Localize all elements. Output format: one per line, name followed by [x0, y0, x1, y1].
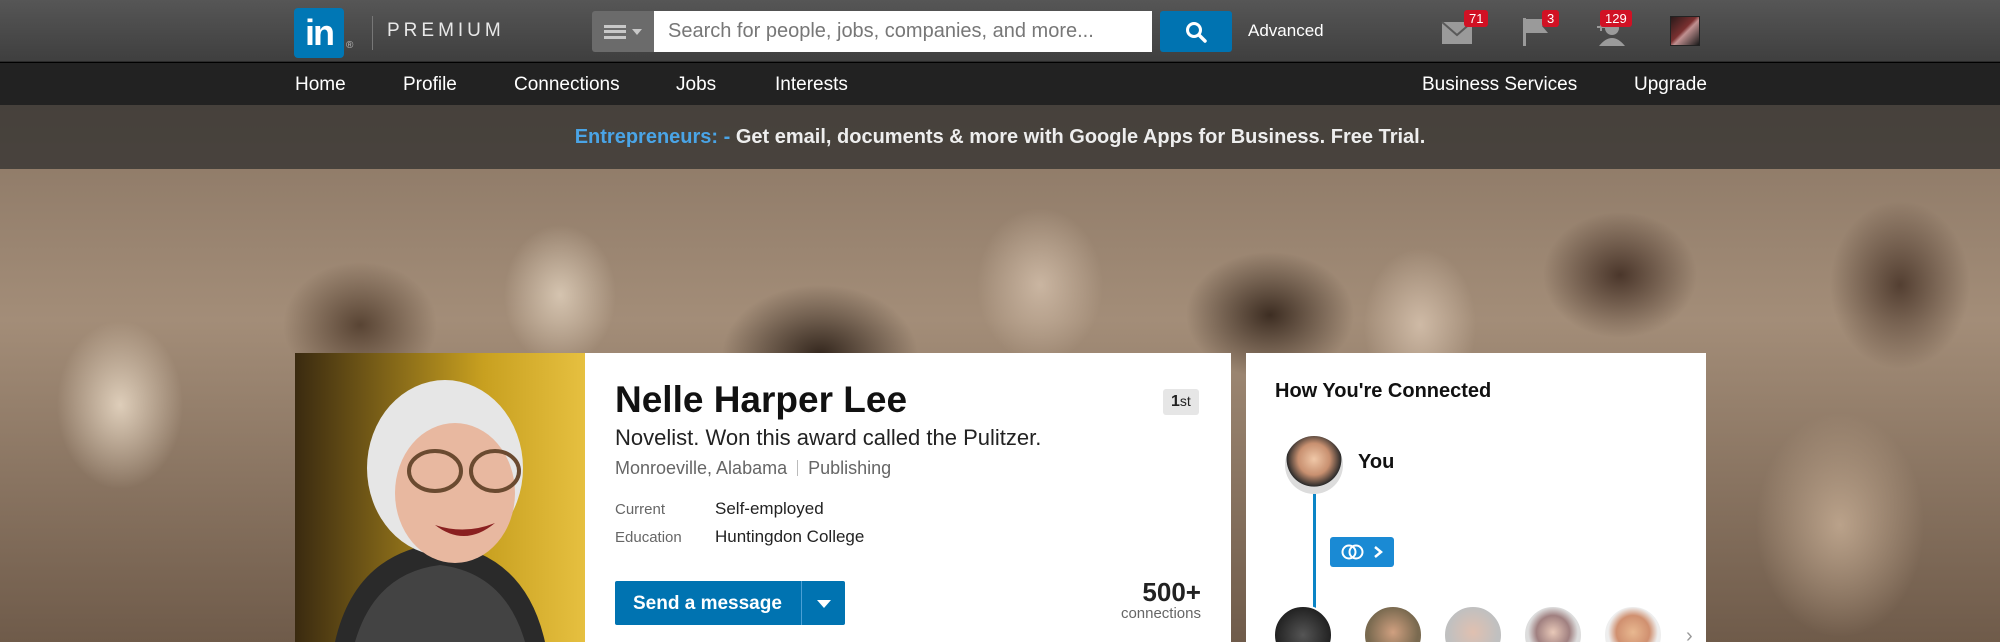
button-divider	[801, 581, 802, 625]
menu-icon	[604, 24, 626, 39]
nav-connections[interactable]: Connections	[514, 74, 620, 96]
connection-avatar[interactable]	[1603, 605, 1663, 642]
connection-degree-badge: 1st	[1163, 389, 1199, 415]
profile-name: Nelle Harper Lee	[615, 379, 908, 420]
connection-avatar[interactable]	[1443, 605, 1503, 642]
how-connected-card: How You're Connected You ›	[1246, 353, 1706, 642]
education-label: Education	[615, 529, 682, 546]
search-button[interactable]	[1160, 11, 1232, 52]
notifications-badge: 3	[1542, 10, 1560, 27]
nav-business-services[interactable]: Business Services	[1422, 74, 1577, 96]
location-link[interactable]: Monroeville, Alabama	[615, 458, 787, 478]
messages-badge: 71	[1464, 10, 1489, 27]
industry-link[interactable]: Publishing	[808, 458, 891, 478]
current-value[interactable]: Self-employed	[715, 499, 824, 519]
invitations-badge: 129	[1600, 10, 1632, 27]
send-message-label: Send a message	[633, 593, 782, 614]
promo-text: Get email, documents & more with Google …	[730, 126, 1426, 148]
search-icon	[1186, 21, 1207, 43]
connections-label: connections	[1120, 605, 1201, 622]
nav-jobs[interactable]: Jobs	[676, 74, 716, 96]
promo-banner[interactable]: Entrepreneurs: - Get email, documents & …	[0, 105, 2000, 169]
search-input[interactable]	[654, 11, 1152, 52]
top-bar: in ® PREMIUM Advanced 71 3	[0, 0, 2000, 62]
profile-portrait	[335, 380, 545, 642]
advanced-search-link[interactable]: Advanced	[1248, 21, 1324, 41]
messages-button[interactable]: 71	[1440, 10, 1489, 48]
connection-avatar[interactable]	[1523, 605, 1583, 642]
chevron-down-icon[interactable]	[817, 600, 831, 608]
degree-number: 1	[1171, 393, 1180, 410]
chevron-down-icon	[632, 28, 642, 35]
profile-headline: Novelist. Won this award called the Puli…	[615, 425, 1042, 450]
send-message-button[interactable]: Send a message	[615, 581, 845, 625]
promo-highlight: Entrepreneurs: -	[574, 126, 731, 148]
chevron-right-icon[interactable]: ›	[1686, 625, 1693, 642]
nav-profile[interactable]: Profile	[403, 74, 457, 96]
registered-mark: ®	[346, 40, 354, 51]
nav-home[interactable]: Home	[295, 74, 346, 96]
logo-divider	[372, 16, 373, 50]
connection-avatar[interactable]	[1363, 605, 1423, 642]
chevron-right-icon	[1374, 546, 1383, 558]
you-label: You	[1358, 451, 1395, 473]
shared-connections-icon	[1341, 544, 1364, 560]
education-value[interactable]: Huntingdon College	[715, 527, 864, 547]
account-avatar[interactable]	[1670, 16, 1700, 46]
location-divider	[797, 460, 799, 476]
connection-path-line	[1313, 494, 1316, 614]
premium-label: PREMIUM	[387, 20, 505, 41]
main-nav: Home Profile Connections Jobs Interests …	[0, 63, 2000, 105]
nav-upgrade[interactable]: Upgrade	[1634, 74, 1707, 96]
linkedin-logo[interactable]: in	[294, 8, 344, 58]
you-avatar[interactable]	[1285, 436, 1343, 494]
how-connected-title: How You're Connected	[1275, 380, 1492, 402]
location-line: Monroeville, Alabama Publishing	[615, 458, 891, 479]
nav-interests[interactable]: Interests	[775, 74, 848, 96]
connections-count: 500+	[1142, 577, 1201, 607]
profile-card: Nelle Harper Lee 1st Novelist. Won this …	[585, 353, 1231, 642]
search-category-dropdown[interactable]	[592, 11, 654, 52]
profile-photo[interactable]	[295, 353, 585, 642]
degree-suffix: st	[1179, 393, 1191, 409]
connection-avatar[interactable]	[1273, 605, 1333, 642]
invitations-button[interactable]: 129	[1594, 10, 1632, 48]
shared-connections-button[interactable]	[1330, 537, 1394, 567]
current-label: Current	[615, 501, 666, 518]
notifications-button[interactable]: 3	[1520, 10, 1560, 48]
